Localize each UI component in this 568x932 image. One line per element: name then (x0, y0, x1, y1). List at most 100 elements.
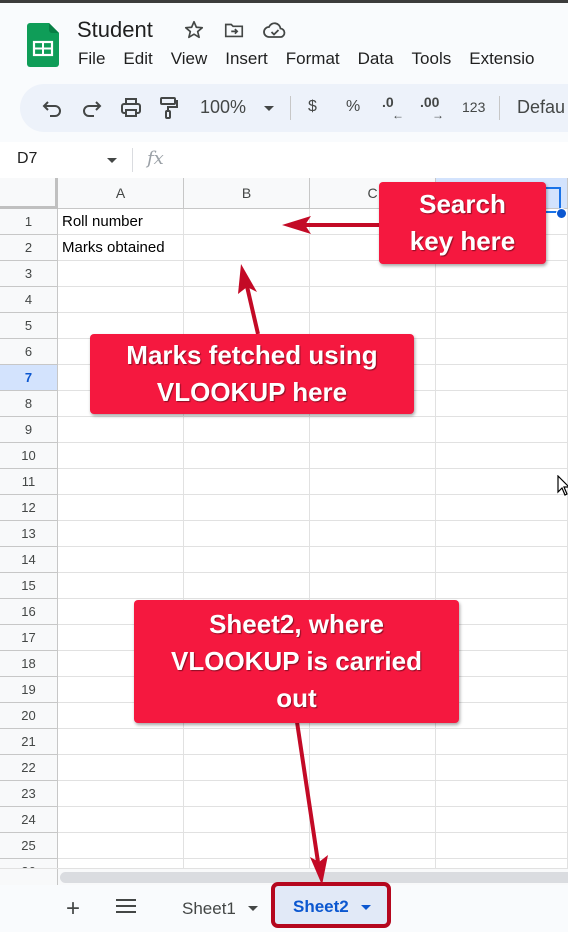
row-header-11[interactable]: 11 (0, 469, 58, 495)
cell-b11[interactable] (184, 469, 310, 495)
row-header-26[interactable]: 26 (0, 859, 58, 868)
row-header-10[interactable]: 10 (0, 443, 58, 469)
menu-insert[interactable]: Insert (225, 49, 268, 69)
row-header-12[interactable]: 12 (0, 495, 58, 521)
row-header-6[interactable]: 6 (0, 339, 58, 365)
cell-d14[interactable] (436, 547, 568, 573)
row-header-3[interactable]: 3 (0, 261, 58, 287)
cell-b9[interactable] (184, 417, 310, 443)
cell-c12[interactable] (310, 495, 436, 521)
cell-c24[interactable] (310, 807, 436, 833)
cell-c4[interactable] (310, 287, 436, 313)
row-header-21[interactable]: 21 (0, 729, 58, 755)
cell-a2[interactable]: Marks obtained (58, 235, 184, 261)
cell-d10[interactable] (436, 443, 568, 469)
cell-d4[interactable] (436, 287, 568, 313)
currency-format-button[interactable]: $ (308, 98, 317, 116)
cell-a25[interactable] (58, 833, 184, 859)
cell-b21[interactable] (184, 729, 310, 755)
star-icon[interactable] (183, 19, 205, 41)
menu-view[interactable]: View (171, 49, 208, 69)
cell-d12[interactable] (436, 495, 568, 521)
move-to-folder-icon[interactable] (223, 19, 245, 41)
column-header-b[interactable]: B (184, 178, 310, 209)
cell-d3[interactable] (436, 261, 568, 287)
cell-c9[interactable] (310, 417, 436, 443)
sheet-tab-sheet1[interactable]: Sheet1 (172, 885, 268, 932)
cell-b25[interactable] (184, 833, 310, 859)
row-header-16[interactable]: 16 (0, 599, 58, 625)
cell-b26[interactable] (184, 859, 310, 868)
sheets-logo-icon[interactable] (27, 23, 59, 67)
sheet-tab-caret-icon[interactable] (247, 906, 258, 911)
cell-b22[interactable] (184, 755, 310, 781)
cell-a4[interactable] (58, 287, 184, 313)
cell-d24[interactable] (436, 807, 568, 833)
cell-d11[interactable] (436, 469, 568, 495)
cell-d21[interactable] (436, 729, 568, 755)
name-box-caret-icon[interactable] (107, 158, 117, 163)
cell-b3[interactable] (184, 261, 310, 287)
cloud-saved-icon[interactable] (262, 19, 288, 41)
zoom-caret-icon[interactable] (264, 106, 274, 111)
row-header-15[interactable]: 15 (0, 573, 58, 599)
menu-format[interactable]: Format (286, 49, 340, 69)
name-box[interactable]: D7 (17, 150, 37, 168)
row-header-18[interactable]: 18 (0, 651, 58, 677)
menu-tools[interactable]: Tools (412, 49, 452, 69)
print-icon[interactable] (120, 97, 142, 119)
cell-a21[interactable] (58, 729, 184, 755)
cell-b15[interactable] (184, 573, 310, 599)
cell-a14[interactable] (58, 547, 184, 573)
row-header-24[interactable]: 24 (0, 807, 58, 833)
row-header-5[interactable]: 5 (0, 313, 58, 339)
zoom-select[interactable]: 100% (200, 97, 246, 118)
cell-b2[interactable] (184, 235, 310, 261)
cell-c23[interactable] (310, 781, 436, 807)
cell-d26[interactable] (436, 859, 568, 868)
formula-input[interactable] (180, 142, 568, 178)
row-header-7[interactable]: 7 (0, 365, 58, 391)
cell-c22[interactable] (310, 755, 436, 781)
cell-c13[interactable] (310, 521, 436, 547)
cell-a9[interactable] (58, 417, 184, 443)
cell-b13[interactable] (184, 521, 310, 547)
menu-data[interactable]: Data (358, 49, 394, 69)
spreadsheet-grid[interactable]: ABCD1Roll number2Marks obtained345678910… (0, 178, 568, 868)
select-all-corner[interactable] (0, 178, 58, 209)
cell-b23[interactable] (184, 781, 310, 807)
row-header-23[interactable]: 23 (0, 781, 58, 807)
row-header-19[interactable]: 19 (0, 677, 58, 703)
cell-b1[interactable] (184, 209, 310, 235)
row-header-17[interactable]: 17 (0, 625, 58, 651)
add-sheet-button[interactable]: + (66, 895, 80, 923)
percent-format-button[interactable]: % (346, 98, 360, 116)
cell-d15[interactable] (436, 573, 568, 599)
cell-c21[interactable] (310, 729, 436, 755)
cell-a24[interactable] (58, 807, 184, 833)
cell-c3[interactable] (310, 261, 436, 287)
cell-c15[interactable] (310, 573, 436, 599)
menu-edit[interactable]: Edit (123, 49, 152, 69)
cell-a1[interactable]: Roll number (58, 209, 184, 235)
cell-d22[interactable] (436, 755, 568, 781)
row-header-1[interactable]: 1 (0, 209, 58, 235)
row-header-4[interactable]: 4 (0, 287, 58, 313)
paint-format-icon[interactable] (158, 96, 178, 120)
row-header-25[interactable]: 25 (0, 833, 58, 859)
row-header-20[interactable]: 20 (0, 703, 58, 729)
row-header-8[interactable]: 8 (0, 391, 58, 417)
cell-a26[interactable] (58, 859, 184, 868)
cell-b10[interactable] (184, 443, 310, 469)
cell-a15[interactable] (58, 573, 184, 599)
row-header-13[interactable]: 13 (0, 521, 58, 547)
row-header-14[interactable]: 14 (0, 547, 58, 573)
column-header-a[interactable]: A (58, 178, 184, 209)
more-formats-button[interactable]: 123 (462, 99, 485, 115)
cell-c26[interactable] (310, 859, 436, 868)
cell-a23[interactable] (58, 781, 184, 807)
cell-d7[interactable] (436, 365, 568, 391)
undo-icon[interactable] (42, 98, 64, 118)
menu-file[interactable]: File (78, 49, 105, 69)
decrease-decimal-button[interactable]: .0 ← (382, 94, 404, 122)
